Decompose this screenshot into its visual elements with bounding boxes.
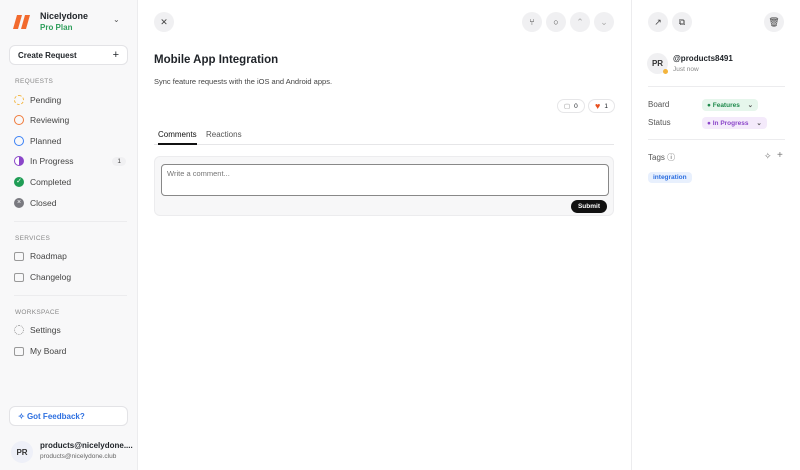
- sidebar-item-completed[interactable]: ✓ Completed: [14, 177, 126, 187]
- info-icon: ⓘ: [667, 153, 676, 162]
- feedback-button[interactable]: ✧ Got Feedback?: [9, 406, 128, 426]
- count: 0: [574, 102, 578, 110]
- user-avatar[interactable]: PR: [11, 441, 33, 463]
- tag-integration[interactable]: integration: [648, 172, 692, 183]
- heart-icon: ♥: [595, 101, 601, 111]
- sidebar-item-in-progress[interactable]: In Progress 1: [14, 156, 126, 166]
- sidebar-item-pending[interactable]: Pending: [14, 95, 126, 105]
- reactions-count[interactable]: ♥ 1: [588, 99, 615, 113]
- sidebar-item-changelog[interactable]: Changelog: [14, 272, 126, 282]
- delete-button[interactable]: 🗑: [764, 12, 784, 32]
- check-icon: ✓: [14, 177, 24, 187]
- comment-box: Submit: [154, 156, 614, 216]
- label: In Progress: [30, 156, 74, 166]
- count-badge: 1: [112, 156, 126, 166]
- previous-button[interactable]: ⌃: [570, 12, 590, 32]
- open-external-button[interactable]: ↗: [648, 12, 668, 32]
- label: Changelog: [30, 272, 72, 282]
- user-name: products@nicelydone....: [40, 441, 133, 450]
- board-icon: [14, 346, 24, 356]
- user-email: products@nicelydone.club: [40, 453, 117, 460]
- roadmap-icon: [14, 251, 24, 261]
- label: My Board: [30, 346, 67, 356]
- status-select[interactable]: ● In Progress ⌄: [702, 117, 767, 129]
- divider: [14, 295, 127, 296]
- label: Roadmap: [30, 251, 67, 261]
- add-tag-button[interactable]: +: [777, 150, 783, 161]
- pending-icon: [14, 95, 24, 105]
- tab-comments[interactable]: Comments: [158, 130, 197, 145]
- clock-icon: [14, 136, 24, 146]
- nicelydone-logo: [13, 15, 30, 29]
- section-requests: REQUESTS: [15, 78, 54, 85]
- count: 1: [604, 102, 608, 110]
- sidebar-item-my-board[interactable]: My Board: [14, 346, 126, 356]
- sparkle-icon: ✧: [18, 412, 27, 421]
- tabs: Comments Reactions: [154, 128, 614, 145]
- reviewing-icon: [14, 115, 24, 125]
- divider: [648, 139, 785, 140]
- request-detail: ✕ ⑂ ○ ⌃ ⌄ Mobile App Integration Sync fe…: [138, 0, 630, 470]
- changelog-icon: [14, 272, 24, 282]
- comment-icon: ▢: [564, 103, 571, 110]
- chevron-down-icon: ⌄: [756, 120, 762, 127]
- progress-icon: [14, 156, 24, 166]
- gear-icon: [14, 325, 24, 335]
- submit-button[interactable]: Submit: [570, 200, 607, 213]
- label: Closed: [30, 198, 57, 208]
- sidebar-item-closed[interactable]: × Closed: [14, 198, 126, 208]
- board-value: Features: [712, 102, 740, 109]
- comment-input[interactable]: [161, 164, 609, 196]
- board-label: Board: [648, 100, 670, 109]
- create-request-button[interactable]: Create Request +: [9, 45, 128, 65]
- sidebar-item-settings[interactable]: Settings: [14, 325, 126, 335]
- next-button[interactable]: ⌄: [594, 12, 614, 32]
- chevron-down-icon[interactable]: ⌄: [113, 15, 120, 24]
- status-label: Status: [648, 118, 671, 127]
- divider: [14, 221, 127, 222]
- sidebar-item-reviewing[interactable]: Reviewing: [14, 115, 126, 125]
- tag-settings-icon[interactable]: ✧: [764, 151, 772, 162]
- label: Planned: [30, 136, 62, 146]
- label: Completed: [30, 177, 72, 187]
- sidebar-item-planned[interactable]: Planned: [14, 136, 126, 146]
- workspace-name[interactable]: Nicelydone: [40, 11, 88, 21]
- create-request-label: Create Request: [18, 51, 77, 60]
- feedback-label: Got Feedback?: [26, 412, 85, 421]
- merge-button[interactable]: ⑂: [522, 12, 542, 32]
- tags-title: Tags: [648, 153, 665, 162]
- plan-label: Pro Plan: [40, 23, 73, 32]
- author-username: @products8491: [673, 54, 733, 63]
- divider: [648, 86, 785, 87]
- search-button[interactable]: ○: [546, 12, 566, 32]
- tab-reactions[interactable]: Reactions: [206, 130, 242, 139]
- timestamp: Just now: [673, 66, 699, 73]
- sidebar-item-roadmap[interactable]: Roadmap: [14, 251, 126, 261]
- label: Pending: [30, 95, 62, 105]
- label: Reviewing: [30, 115, 70, 125]
- chevron-down-icon: ⌄: [747, 102, 754, 109]
- tags-label: Tags ⓘ: [648, 152, 675, 163]
- section-workspace: WORKSPACE: [15, 309, 60, 316]
- comments-count[interactable]: ▢ 0: [557, 99, 585, 113]
- status-dot: [663, 69, 668, 74]
- x-circle-icon: ×: [14, 198, 24, 208]
- details-panel: ↗ ⧉ 🗑 PR @products8491 Just now Board ● …: [631, 0, 800, 470]
- close-button[interactable]: ✕: [154, 12, 174, 32]
- plus-icon: +: [112, 49, 119, 61]
- description: Sync feature requests with the iOS and A…: [154, 77, 333, 86]
- status-value: In Progress: [712, 120, 749, 127]
- duplicate-button[interactable]: ⧉: [672, 12, 692, 32]
- sidebar: Nicelydone Pro Plan ⌄ Create Request + RE…: [0, 0, 138, 470]
- board-select[interactable]: ● Features ⌄: [702, 99, 759, 111]
- label: Settings: [30, 325, 61, 335]
- section-services: SERVICES: [15, 235, 51, 242]
- page-title: Mobile App Integration: [154, 54, 279, 66]
